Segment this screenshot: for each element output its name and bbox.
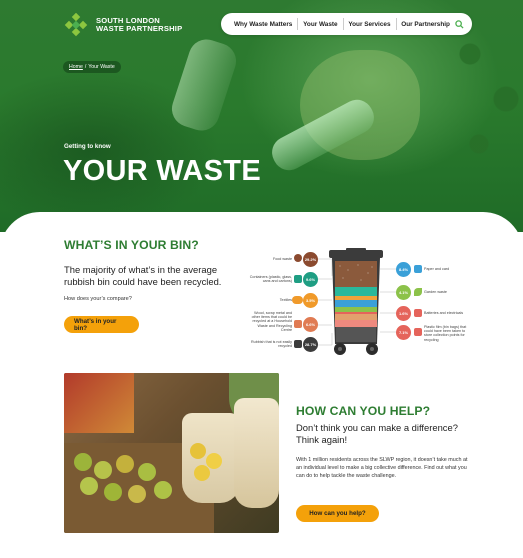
hero-banner: SOUTH LONDON WASTE PARTNERSHIP Why Waste… [0, 0, 523, 232]
bottle-icon [294, 275, 302, 283]
content-panel-top [0, 212, 523, 232]
breadcrumb-home[interactable]: Home [69, 64, 83, 70]
photo-fruit [80, 477, 98, 495]
nav-why-waste-matters[interactable]: Why Waste Matters [229, 21, 297, 28]
apple-icon [294, 254, 302, 262]
pct-hwrc-items: 6.6% [303, 317, 318, 332]
infographic-label-hwrc-items: Wood, scrap metal and other items that c… [251, 311, 292, 332]
infographic-label-plastic-film: Plastic film (bin bags) that could have … [424, 325, 467, 342]
photo-fruit [74, 453, 92, 471]
bin-section-title: WHAT’S IN YOUR BIN? [64, 238, 199, 252]
photo-fruit [104, 483, 122, 501]
logo-text: SOUTH LONDON WASTE PARTNERSHIP [96, 17, 182, 33]
photo-fruit [128, 485, 146, 503]
pct-garden-waste: 4.1% [396, 285, 411, 300]
photo-fruit [154, 481, 172, 499]
infographic-label-batteries-electricals: Batteries and electricals [424, 311, 464, 315]
photo-tote-bag [234, 398, 279, 508]
pct-food-waste: 29.2% [303, 252, 318, 267]
tools-icon [294, 320, 302, 328]
plastic-bag-icon [414, 328, 422, 336]
pct-plastic-film: 7.1% [396, 325, 411, 340]
nav-our-partnership[interactable]: Our Partnership [396, 21, 455, 28]
hero-bottle-image [167, 34, 241, 136]
breadcrumb-separator: / [84, 64, 87, 70]
infographic-label-food-waste: Food waste [272, 257, 292, 261]
whats-in-your-bin-button[interactable]: What’s in your bin? [64, 316, 139, 333]
how-can-you-help-button[interactable]: How can you help? [296, 505, 379, 522]
search-icon[interactable] [455, 18, 464, 30]
page: SOUTH LONDON WASTE PARTNERSHIP Why Waste… [0, 0, 523, 558]
breadcrumb-current: Your Waste [88, 64, 115, 70]
photo-fruit [138, 463, 156, 481]
market-produce-photo [64, 373, 279, 533]
infographic-label-textiles: Textiles [279, 298, 292, 302]
photo-fruit [94, 461, 112, 479]
photo-tomatoes [64, 373, 134, 433]
help-section-title: HOW CAN YOU HELP? [296, 404, 431, 418]
infographic-label-paper-card: Paper and card [424, 267, 450, 271]
page-title: YOUR WASTE [63, 155, 261, 187]
photo-lemon [190, 443, 206, 459]
site-logo[interactable]: SOUTH LONDON WASTE PARTNERSHIP [64, 13, 182, 37]
help-section-body: With 1 million residents across the SLWP… [296, 457, 468, 479]
rubbish-bag-icon [294, 340, 302, 348]
breadcrumb: Home / Your Waste [63, 61, 121, 73]
pct-paper-card: 8.4% [396, 262, 411, 277]
leaf-icon [414, 288, 422, 296]
infographic-label-non-recyclable: Rubbish that is not easily recycled [251, 340, 292, 349]
shirt-icon [292, 296, 303, 304]
nav-your-waste[interactable]: Your Waste [298, 21, 342, 28]
photo-fruit [116, 455, 134, 473]
bin-section-lead: The majority of what’s in the average ru… [64, 264, 222, 287]
help-section-lead: Don’t think you can make a difference? T… [296, 422, 458, 445]
photo-lemon [206, 453, 222, 469]
hero-kicker: Getting to know [64, 143, 111, 150]
pct-containers: 9.6% [303, 272, 318, 287]
logo-line-2: WASTE PARTNERSHIP [96, 24, 183, 33]
bin-infographic: Food waste 29.2% Containers (plastic, gl… [248, 248, 470, 360]
main-nav: Why Waste Matters Your Waste Your Servic… [221, 13, 472, 35]
photo-lemon [194, 465, 210, 481]
infographic-label-garden-waste: Garden waste [424, 290, 447, 294]
battery-icon [414, 309, 422, 317]
infographic-label-containers: Containers (plastic, glass, cans and car… [249, 275, 292, 284]
pct-non-recyclable: 28.7% [303, 337, 318, 352]
bin-section-question: How does your’s compare? [64, 296, 132, 302]
paper-icon [414, 265, 422, 273]
nav-your-services[interactable]: Your Services [343, 21, 395, 28]
pct-textiles: 3.5% [303, 293, 318, 308]
pct-batteries-electricals: 1.6% [396, 306, 411, 321]
logo-icon [64, 13, 88, 37]
